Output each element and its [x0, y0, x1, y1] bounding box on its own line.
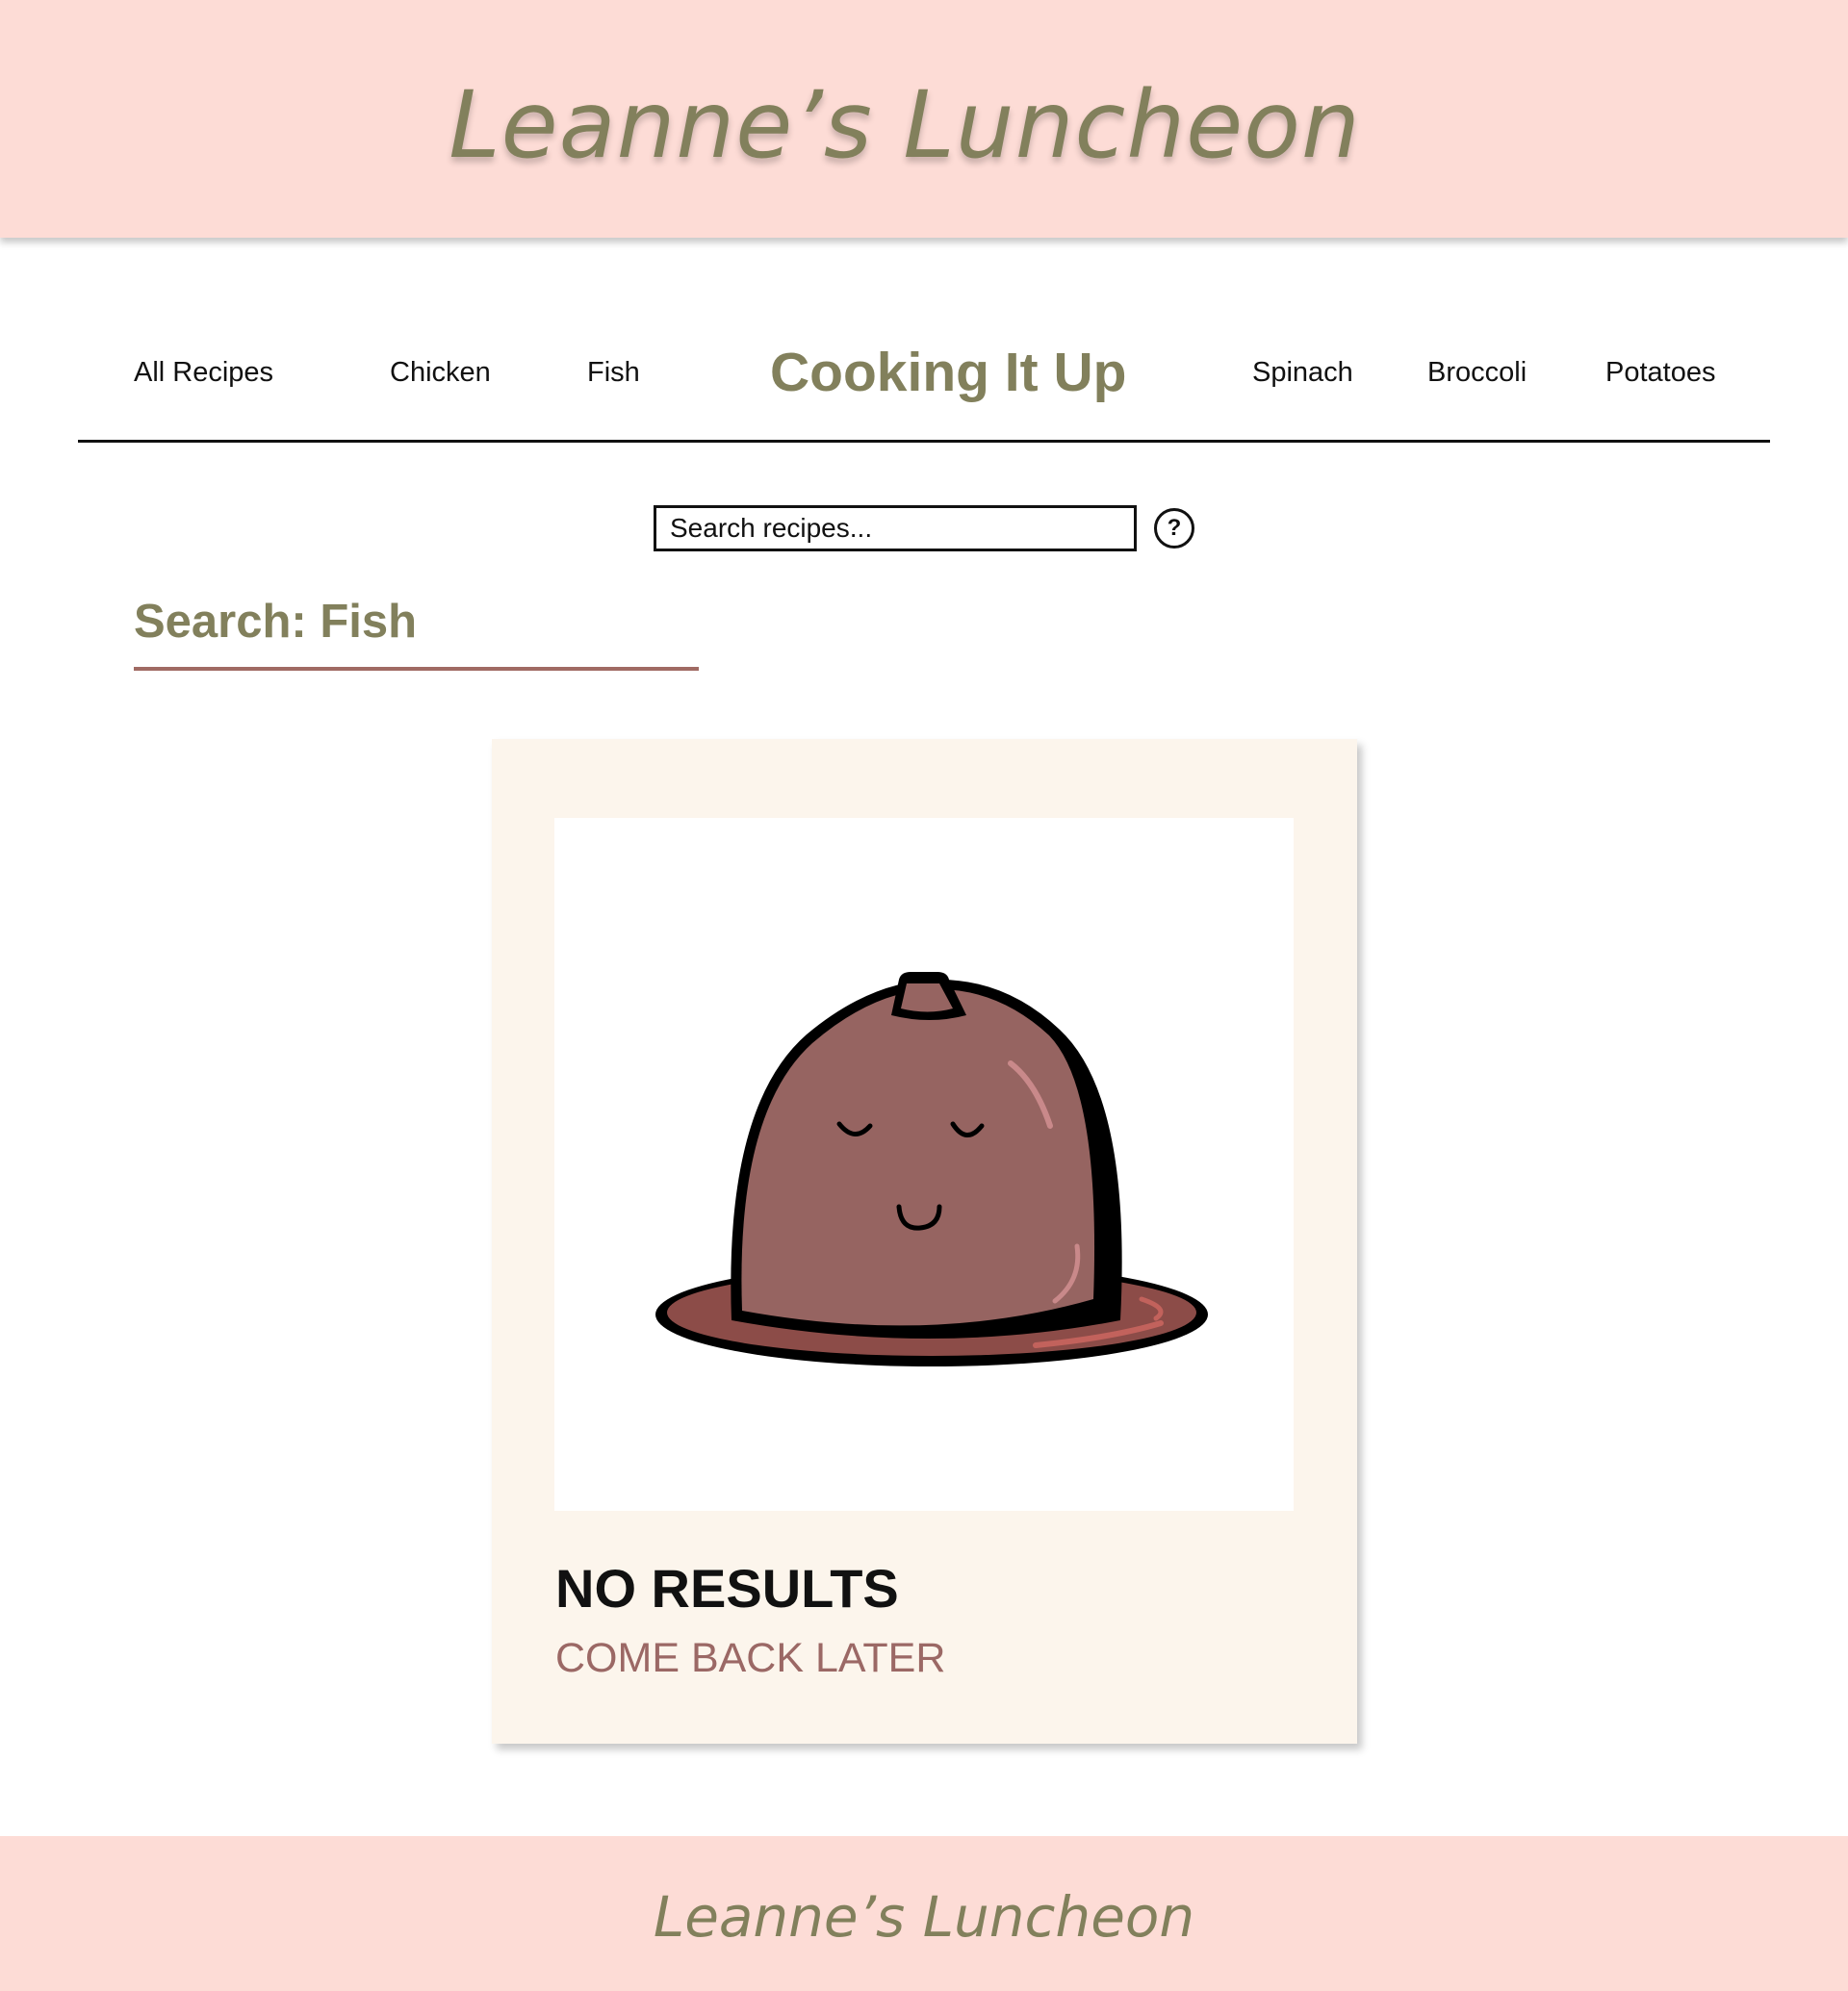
search-results-heading: Search: Fish	[134, 596, 418, 648]
nav-link-chicken[interactable]: Chicken	[390, 356, 491, 389]
nav-brand[interactable]: Cooking It Up	[770, 340, 1126, 405]
card-title: NO RESULTS	[555, 1558, 899, 1619]
site-header: Leanne’s Luncheon	[0, 0, 1848, 238]
nav-divider	[78, 440, 1770, 443]
question-circle-icon[interactable]: ?	[1154, 508, 1194, 549]
cloche-face-illustration	[655, 972, 1208, 1366]
main-nav: All Recipes Chicken Fish Cooking It Up S…	[0, 327, 1848, 423]
no-results-card: NO RESULTS COME BACK LATER	[492, 739, 1357, 1744]
site-footer: Leanne’s Luncheon	[0, 1836, 1848, 1991]
footer-title: Leanne’s Luncheon	[653, 1884, 1195, 1950]
nav-link-all-recipes[interactable]: All Recipes	[134, 356, 273, 389]
nav-link-broccoli[interactable]: Broccoli	[1427, 356, 1527, 389]
site-title: Leanne’s Luncheon	[449, 71, 1361, 179]
nav-link-spinach[interactable]: Spinach	[1252, 356, 1353, 389]
nav-link-fish[interactable]: Fish	[587, 356, 640, 389]
nav-link-potatoes[interactable]: Potatoes	[1605, 356, 1715, 389]
card-image	[554, 818, 1294, 1511]
card-subtitle: COME BACK LATER	[555, 1635, 946, 1681]
search-input[interactable]	[654, 505, 1137, 551]
heading-underline	[134, 667, 699, 671]
